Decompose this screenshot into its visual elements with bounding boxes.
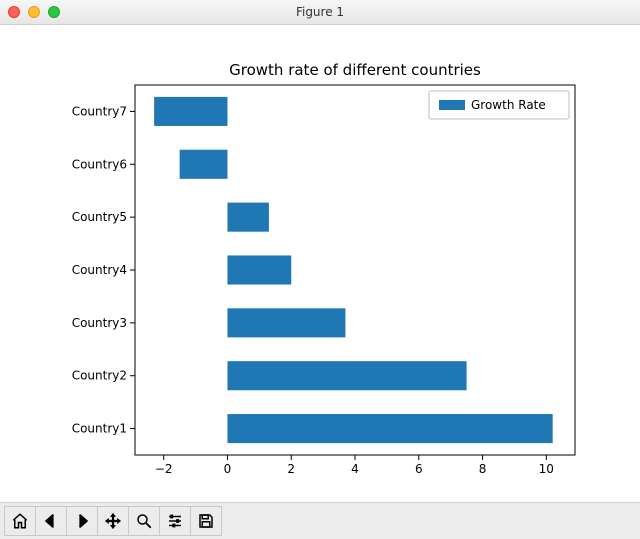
legend-swatch <box>439 100 465 110</box>
x-axis: −2 0 2 4 6 8 10 <box>155 455 554 476</box>
figure-canvas[interactable]: Growth rate of different countries −2 0 2 4… <box>0 25 640 502</box>
forward-button[interactable] <box>66 506 98 536</box>
bar <box>227 361 466 390</box>
y-tick-label: Country4 <box>72 263 127 277</box>
x-tick-label: 8 <box>479 462 487 476</box>
x-tick-label: 10 <box>539 462 554 476</box>
home-icon <box>11 512 29 530</box>
nav-toolbar <box>0 502 640 539</box>
maximize-icon[interactable] <box>48 6 60 18</box>
arrow-right-icon <box>73 512 91 530</box>
save-button[interactable] <box>190 506 222 536</box>
sliders-icon <box>166 512 184 530</box>
y-tick-label: Country7 <box>72 104 127 118</box>
legend-label: Growth Rate <box>471 98 546 112</box>
y-tick-label: Country3 <box>72 315 127 329</box>
x-tick-label: −2 <box>155 462 173 476</box>
x-tick-label: 0 <box>224 462 232 476</box>
subplots-button[interactable] <box>159 506 191 536</box>
close-icon[interactable] <box>8 6 20 18</box>
back-button[interactable] <box>35 506 67 536</box>
zoom-icon <box>135 512 153 530</box>
bar <box>227 255 291 284</box>
x-tick-label: 2 <box>287 462 295 476</box>
bar <box>180 149 228 178</box>
y-tick-label: Country1 <box>72 421 127 435</box>
pan-button[interactable] <box>97 506 129 536</box>
figure-window: Figure 1 Growth rate of different countr… <box>0 0 640 539</box>
x-tick-label: 6 <box>415 462 423 476</box>
titlebar: Figure 1 <box>0 0 640 25</box>
bar <box>227 414 552 443</box>
bar <box>227 308 345 337</box>
window-title: Figure 1 <box>0 5 640 19</box>
bar <box>154 96 227 125</box>
zoom-button[interactable] <box>128 506 160 536</box>
window-controls <box>8 6 60 18</box>
y-tick-label: Country6 <box>72 157 127 171</box>
x-tick-label: 4 <box>351 462 359 476</box>
plot-border <box>135 85 575 455</box>
arrow-left-icon <box>42 512 60 530</box>
legend: Growth Rate <box>429 91 569 119</box>
save-icon <box>197 512 215 530</box>
chart-title: Growth rate of different countries <box>229 61 481 79</box>
chart-svg: Growth rate of different countries −2 0 2 4… <box>0 25 640 502</box>
y-tick-label: Country5 <box>72 210 127 224</box>
y-tick-label: Country2 <box>72 368 127 382</box>
y-axis: Country1 Country2 Country3 Country4 Country5… <box>72 104 135 435</box>
move-icon <box>104 512 122 530</box>
plot-area <box>154 96 553 442</box>
home-button[interactable] <box>4 506 36 536</box>
bar <box>227 202 268 231</box>
minimize-icon[interactable] <box>28 6 40 18</box>
